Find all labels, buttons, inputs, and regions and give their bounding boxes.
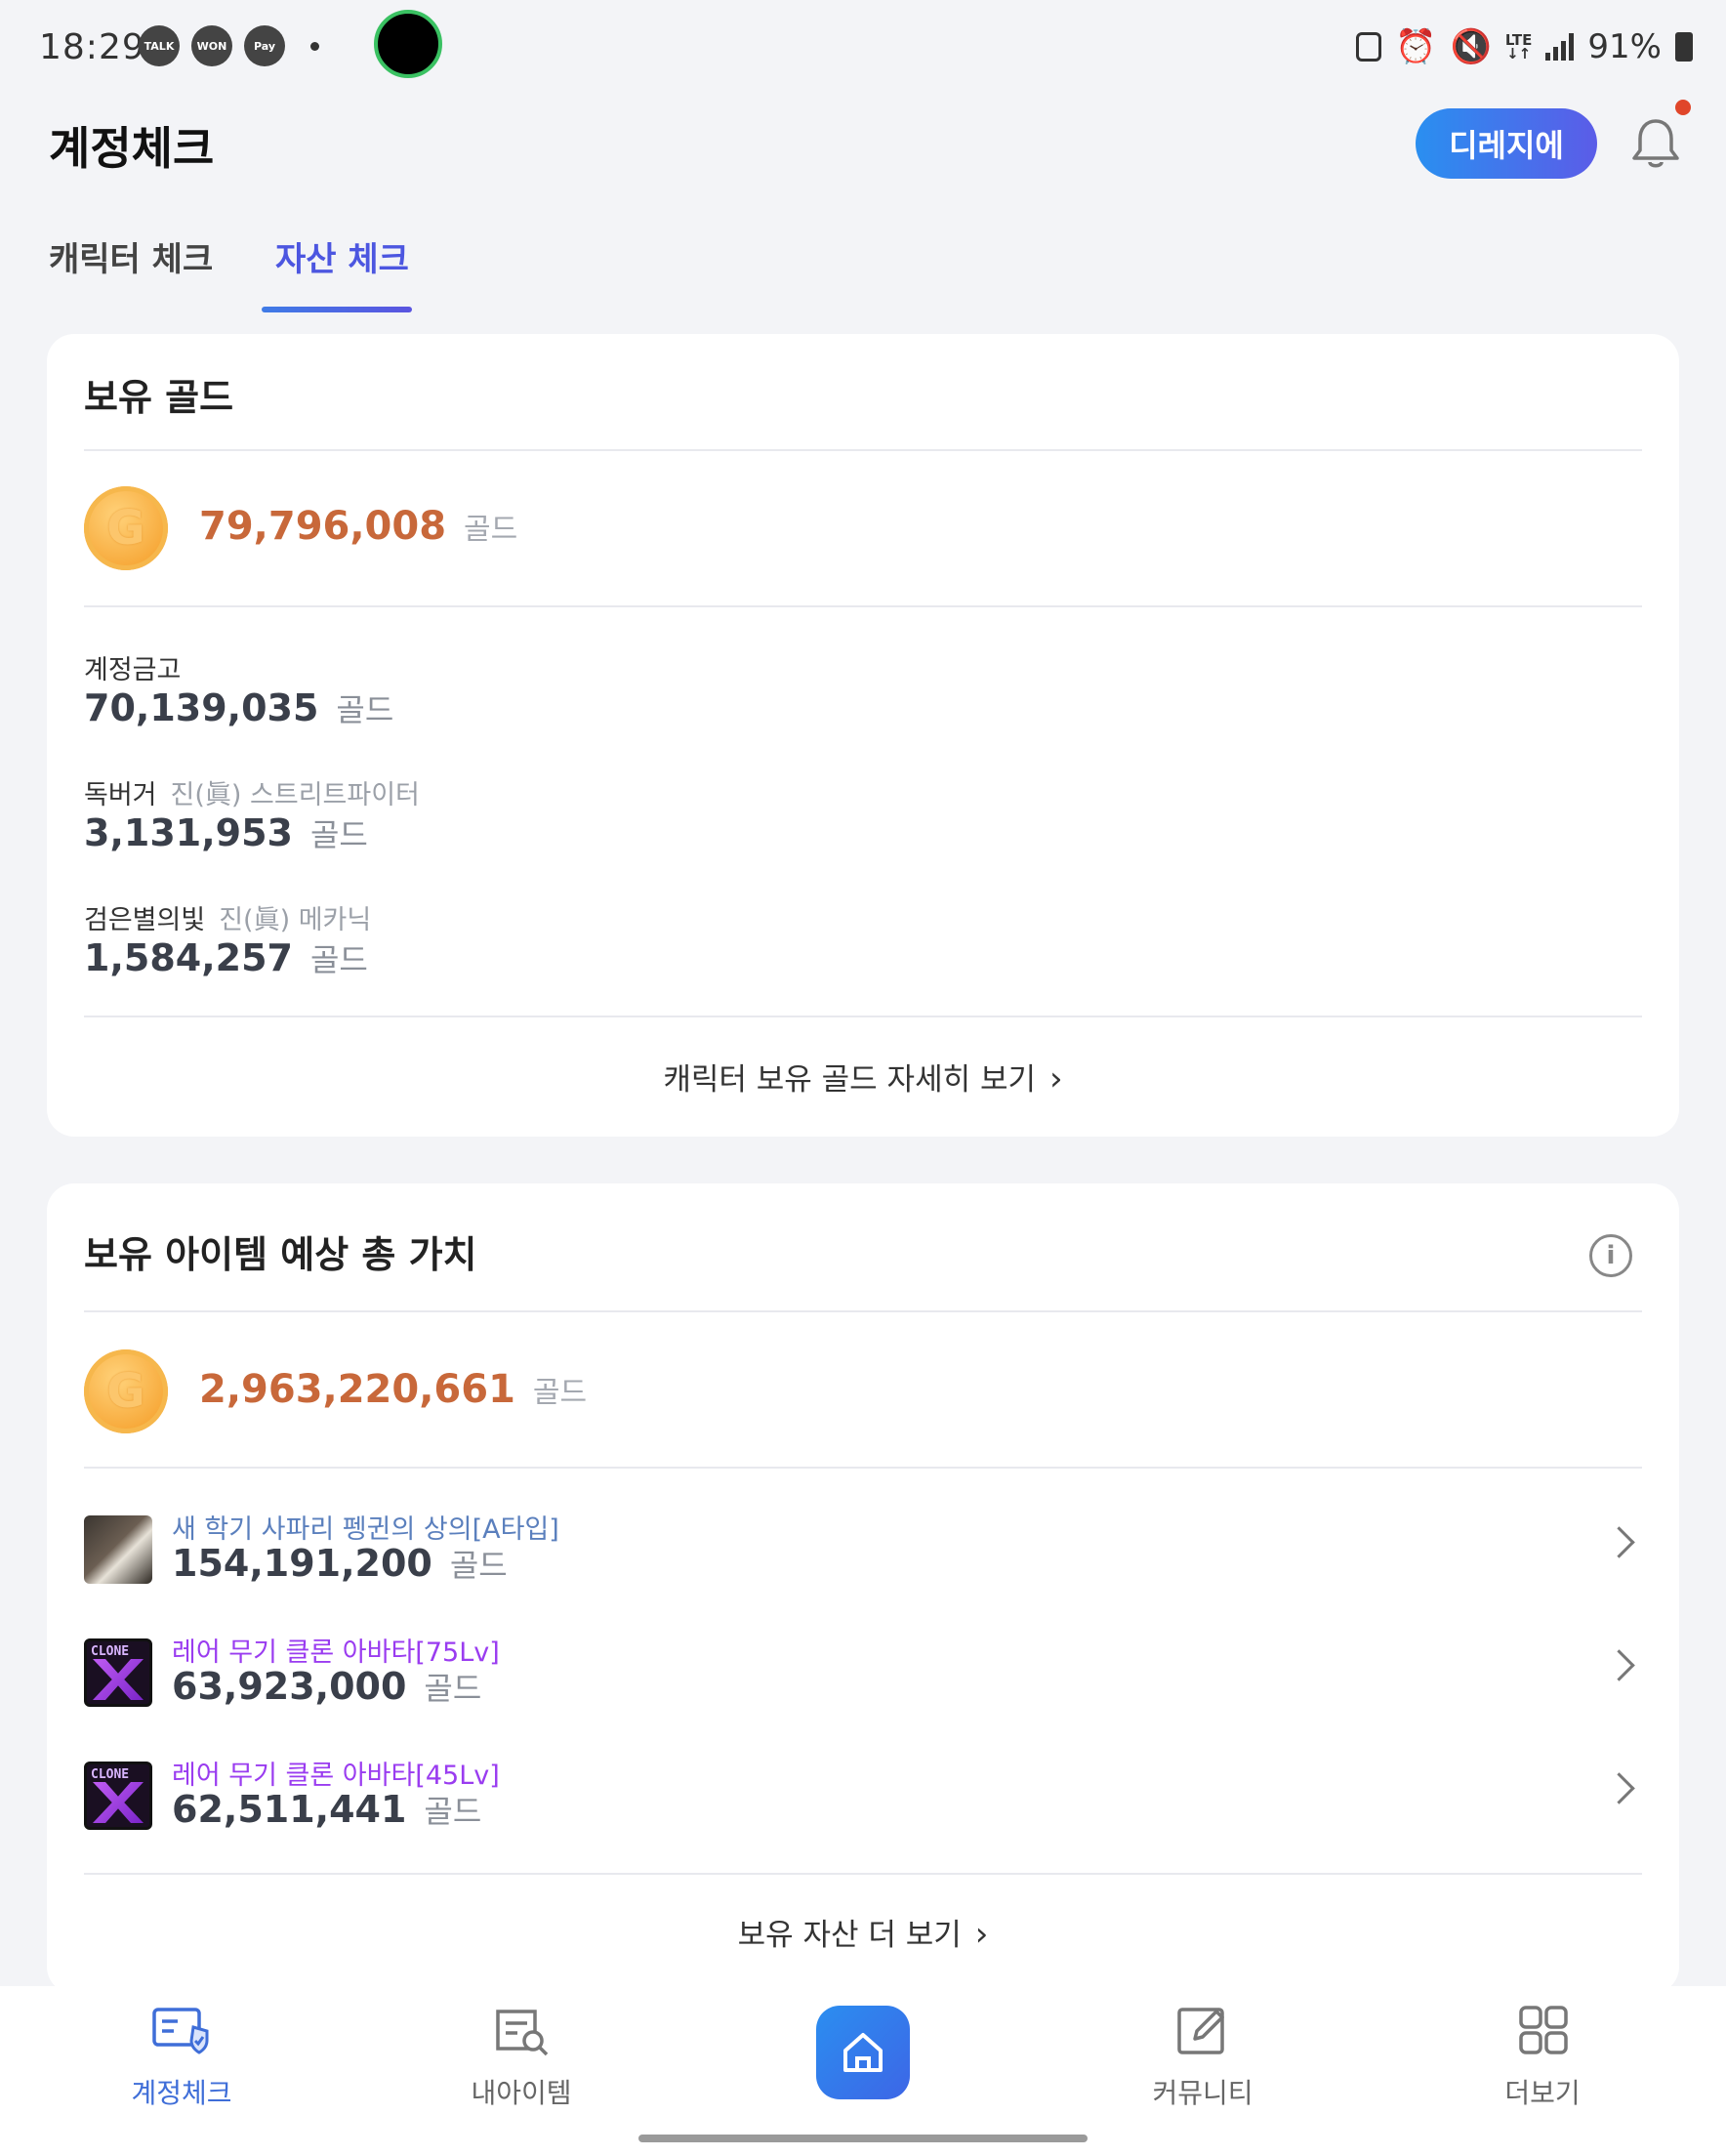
system-status-icons: ⏰ 🔇 LTE ↓↑ 91% [1356,27,1693,66]
won-icon: WON [191,25,232,66]
status-time: 18:29 [39,27,145,67]
clone-weapon-icon: CLONE [84,1762,152,1830]
battery-icon [1675,32,1693,62]
info-icon[interactable]: i [1589,1234,1632,1277]
battery-saver-icon [1356,32,1382,62]
divider [84,1873,1642,1875]
battery-percent: 91% [1587,27,1662,66]
list-item[interactable]: 새 학기 사파리 펭귄의 상의[A타입] 154,191,200 골드 [84,1508,1642,1615]
pay-icon: Pay [244,25,285,66]
divider [84,1310,1642,1312]
mute-icon: 🔇 [1450,27,1492,66]
bottom-navigation: 계정체크 내아이템 커뮤니티 더보기 [0,1986,1726,2156]
chevron-right-icon [1603,1526,1635,1558]
chevron-right-icon: › [1049,1059,1063,1099]
gold-total: 79,796,008 골드 [199,504,518,549]
lte-icon: LTE ↓↑ [1504,31,1533,62]
kakaotalk-icon: TALK [139,25,180,66]
item-price: 63,923,000 골드 [172,1665,482,1708]
chevron-right-icon [1603,1772,1635,1804]
page-title: 계정체크 [49,122,215,175]
home-button[interactable] [816,2006,910,2099]
character-gold-detail-link[interactable]: 캐릭터 보유 골드 자세히 보기 › [47,1055,1679,1099]
nav-account-check[interactable]: 계정체크 [94,2004,269,2111]
gold-coin-icon: G [84,486,168,570]
notification-badge [1675,100,1691,115]
entry-value: 1,584,257 골드 [84,936,368,979]
gold-card: 보유 골드 G 79,796,008 골드 계정금고 70,139,035 골드 독… [47,334,1679,1137]
more-notifications-dot [310,41,319,51]
entry-value: 3,131,953 골드 [84,811,368,854]
nav-community[interactable]: 커뮤니티 [1115,2004,1291,2111]
entry-label: 검은별의빛 진(眞) 메카닉 [84,905,372,935]
item-total: 2,963,220,661 골드 [199,1367,588,1412]
clone-weapon-icon: CLONE [84,1638,152,1707]
community-icon [1177,2008,1224,2054]
item-price: 62,511,441 골드 [172,1788,482,1831]
home-icon [843,2033,883,2072]
more-assets-link[interactable]: 보유 자산 더 보기 › [47,1910,1679,1954]
active-tab-indicator [262,307,412,312]
signal-icon [1545,33,1575,61]
item-value-card: 보유 아이템 예상 총 가치 i G 2,963,220,661 골드 새 학기 … [47,1183,1679,1994]
status-bar: 18:29 TALK WON Pay ⏰ 🔇 LTE ↓↑ 91% [0,0,1726,98]
chevron-right-icon [1603,1649,1635,1681]
nav-my-item[interactable]: 내아이템 [433,2004,609,2111]
penguin-top-icon [84,1515,152,1584]
account-check-icon [152,2008,209,2054]
chevron-right-icon: › [974,1915,989,1954]
entry-value: 70,139,035 골드 [84,686,394,729]
gold-coin-icon: G [84,1349,168,1433]
tab-character-check[interactable]: 캐릭터 체크 [49,232,213,280]
my-item-icon [496,2010,549,2056]
divider [84,449,1642,451]
camera-cutout [374,10,442,78]
nav-more[interactable]: 더보기 [1455,2004,1630,2111]
divider [84,1016,1642,1017]
list-item[interactable]: CLONE 레어 무기 클론 아바타[75Lv] 63,923,000 골드 [84,1631,1642,1738]
divider [84,1467,1642,1469]
more-grid-icon [1519,2006,1568,2054]
item-price: 154,191,200 골드 [172,1542,508,1585]
alarm-icon: ⏰ [1395,27,1437,66]
tab-asset-check[interactable]: 자산 체크 [275,232,409,280]
gold-card-title: 보유 골드 [84,376,234,419]
bell-icon[interactable] [1628,115,1683,172]
item-card-title: 보유 아이템 예상 총 가치 [84,1233,477,1276]
dizzy-button[interactable]: 디레지에 [1416,108,1597,179]
list-item[interactable]: CLONE 레어 무기 클론 아바타[45Lv] 62,511,441 골드 [84,1754,1642,1861]
entry-label: 계정금고 [84,655,182,685]
gesture-bar[interactable] [638,2135,1088,2142]
notification-icons: TALK WON Pay [139,25,319,66]
divider [84,605,1642,607]
entry-label: 독버거 진(眞) 스트리트파이터 [84,780,420,810]
